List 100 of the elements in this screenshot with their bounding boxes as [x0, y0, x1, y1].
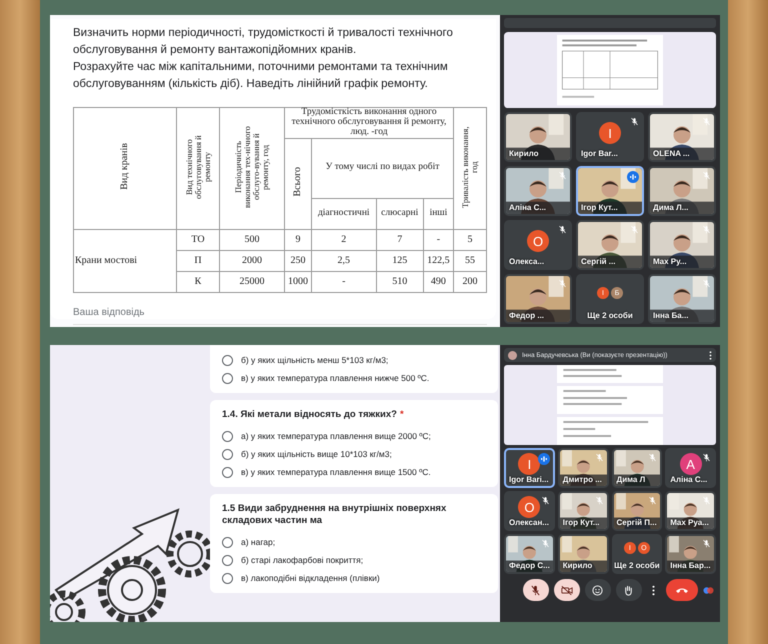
table-cell: П — [176, 250, 220, 272]
participant-name: Ще 2 особи — [614, 561, 660, 570]
speaking-icon — [627, 171, 639, 183]
emoji-button[interactable] — [584, 579, 610, 601]
phone-icon — [674, 586, 688, 594]
participant-tile[interactable]: Федор ... — [504, 274, 572, 324]
table-cell: 1000 — [284, 271, 312, 292]
participant-name: Федор С... — [509, 561, 550, 570]
radio-button[interactable] — [222, 466, 233, 478]
smiley-icon — [592, 584, 603, 596]
participant-name: Кирило — [562, 561, 592, 570]
table-cell: 122,5 — [423, 250, 454, 272]
participant-name: OLENA ... — [653, 149, 690, 158]
participant-name: Ігор Кут... — [581, 203, 618, 212]
table-cell: 500 — [220, 229, 284, 250]
participant-name: Сергій П... — [616, 518, 657, 527]
table-header: Всього — [284, 138, 312, 230]
table-cell: 25000 — [220, 271, 284, 292]
participant-name: Олексан... — [509, 518, 549, 527]
participant-name: Дмитро ... — [562, 475, 602, 484]
avatar-letter: О — [527, 230, 549, 252]
avatar-letter: I — [518, 453, 540, 475]
table-cell: 2000 — [220, 250, 284, 272]
avatar-letter: I — [599, 122, 621, 144]
microphone-button[interactable] — [522, 579, 548, 601]
option-label: а) у яких температура плавлення вище 2000 ºC; — [241, 431, 431, 441]
participant-tile[interactable]: Max Ру... — [648, 220, 716, 270]
participant-tile[interactable]: I Igor Barі... — [504, 448, 555, 488]
radio-button[interactable] — [222, 354, 233, 366]
user-icon — [508, 350, 517, 360]
radio-button[interactable] — [222, 572, 233, 584]
participant-name: Аліна С... — [509, 203, 546, 212]
participant-tile[interactable]: Дима Л — [612, 448, 662, 488]
table-cell: 125 — [376, 250, 424, 272]
answer-field[interactable]: Ваша відповідь — [73, 306, 487, 325]
participant-name: Аліна С... — [670, 475, 708, 484]
participant-name: Max Ру... — [653, 257, 687, 266]
radio-button[interactable] — [222, 554, 233, 566]
participant-tile[interactable]: Max Руа... — [665, 491, 716, 531]
table-header: слюсарні — [376, 198, 424, 230]
participant-tile[interactable]: Інна Ба... — [648, 274, 716, 324]
participant-name: Igor Barі... — [509, 475, 549, 484]
participant-tile[interactable]: Ігор Кут... — [558, 491, 608, 531]
table-header: Трудомісткість виконання одного технічного обслуговування й ремонту, люд. -год — [284, 108, 454, 138]
table-cell: 55 — [454, 250, 486, 272]
raise-hand-button[interactable] — [616, 579, 642, 601]
radio-button[interactable] — [222, 536, 233, 548]
avatar-letter: О — [518, 496, 540, 518]
option-label: б) старі лакофарбові покриття; — [241, 555, 364, 565]
option-label: б) у яких щільність вище 10*103 кг/м3; — [241, 449, 392, 459]
question-text: Розрахуйте час між капітальними, поточними ремонтами та технічним обслуговуванням (кількість діб). Наведіть лінійний графік ремонту. — [73, 60, 449, 92]
participant-name: Дима Л... — [653, 203, 688, 212]
participant-tile[interactable]: О Олексан... — [504, 491, 555, 531]
participant-tile[interactable]: Дмитро ... — [558, 448, 608, 488]
table-cell: ТО — [176, 229, 220, 250]
option-label: а) нагар; — [241, 537, 276, 547]
question-text: Визначить норми періодичності, трудомісткості й тривалості технічного обслуговування й ремонту вантажопідйомних кранів. — [73, 26, 454, 58]
participant-name: Інна Ба... — [653, 311, 688, 320]
participant-name: Кирило — [509, 149, 538, 158]
table-header: Періодичність виконання тех-нічного обслуго-вування й ремонту, год — [220, 108, 284, 230]
participant-tile[interactable]: OLENA ... — [648, 112, 716, 162]
table-cell: - — [312, 271, 376, 292]
radio-button[interactable] — [222, 372, 233, 384]
question-title: 1.5 Види забруднення на внутрішніх поверхнях складових частин ма — [222, 503, 446, 526]
participant-tile[interactable]: Сергій П... — [612, 491, 662, 531]
option-label: б) у яких щільність менш 5*103 кг/м3; — [241, 355, 388, 365]
participant-tile[interactable]: Сергій ... — [576, 220, 644, 270]
more-icon[interactable] — [709, 350, 712, 360]
table-cell: 200 — [454, 271, 486, 292]
camera-off-icon — [560, 584, 572, 596]
participant-tile[interactable]: Ігор Кут... — [576, 166, 644, 216]
option-label: в) лакоподібні відкладення (плівки) — [241, 573, 380, 583]
hang-up-button[interactable] — [666, 579, 698, 601]
participant-name: Ігор Кут... — [562, 518, 600, 527]
camera-button[interactable] — [554, 579, 580, 601]
table-cell: 510 — [376, 271, 424, 292]
participant-name: Ще 2 особи — [587, 311, 633, 320]
participant-name: Igor Bar... — [581, 149, 618, 158]
participant-tile[interactable]: Аліна С... — [504, 166, 572, 216]
participant-tile[interactable]: I Igor Bar... — [576, 112, 644, 162]
participant-tile[interactable]: Кирило — [504, 112, 572, 162]
participant-tile[interactable]: Кирило — [558, 534, 608, 574]
required-mark: * — [400, 409, 404, 420]
participant-tile[interactable]: A Аліна С... — [665, 448, 716, 488]
activities-icon[interactable] — [703, 584, 714, 596]
table-header: Тривалість виконання, год — [454, 108, 486, 230]
participant-tile[interactable]: Федор С... — [504, 534, 555, 574]
participant-tile[interactable]: Інна Бар... — [665, 534, 716, 574]
table-cell: 2 — [312, 229, 376, 250]
participant-name: Олекса... — [509, 257, 544, 266]
option-label: в) у яких температура плавлення вище 1500 ºC. — [241, 467, 431, 477]
more-icon — [652, 584, 655, 596]
participant-name: Дима Л — [616, 475, 646, 484]
speaking-icon — [538, 453, 550, 465]
radio-button[interactable] — [222, 448, 233, 460]
participant-tile[interactable]: Дима Л... — [648, 166, 716, 216]
avatar-letter: A — [680, 453, 702, 475]
hand-icon — [623, 584, 634, 596]
participant-tile[interactable]: О Олекса... — [504, 220, 572, 270]
radio-button[interactable] — [222, 430, 233, 442]
